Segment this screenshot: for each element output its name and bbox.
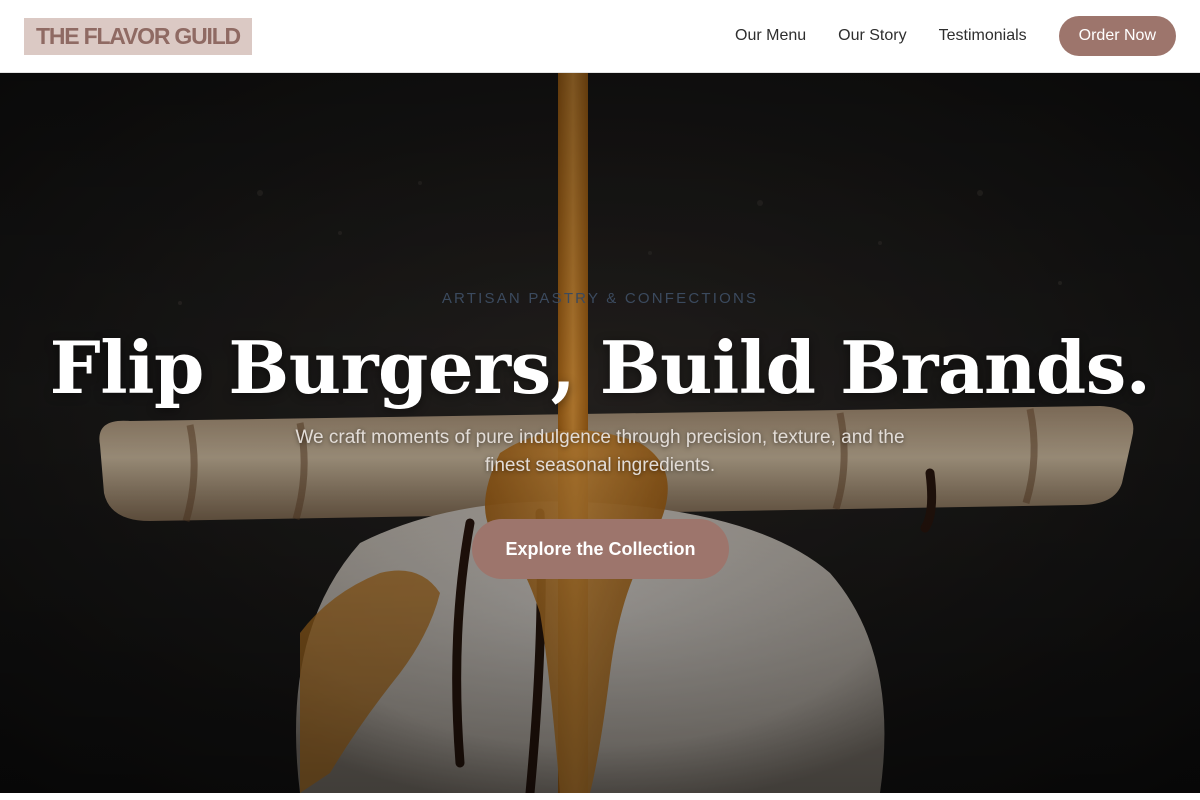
nav-link-testimonials[interactable]: Testimonials	[939, 27, 1027, 45]
site-header: THE FLAVOR GUILD Our Menu Our Story Test…	[0, 0, 1200, 73]
page-bottom-strip	[0, 793, 1200, 800]
hero-content: ARTISAN PASTRY & CONFECTIONS Flip Burger…	[0, 73, 1200, 793]
main-nav: Our Menu Our Story Testimonials Order No…	[735, 16, 1176, 56]
explore-collection-button[interactable]: Explore the Collection	[472, 519, 729, 579]
hero-section: ARTISAN PASTRY & CONFECTIONS Flip Burger…	[0, 73, 1200, 793]
nav-link-our-menu[interactable]: Our Menu	[735, 27, 806, 45]
hero-subtitle: We craft moments of pure indulgence thro…	[295, 427, 905, 476]
hero-headline: Flip Burgers, Build Brands.	[49, 325, 1151, 410]
hero-eyebrow: ARTISAN PASTRY & CONFECTIONS	[441, 290, 759, 307]
order-now-button[interactable]: Order Now	[1058, 16, 1176, 56]
nav-link-our-story[interactable]: Our Story	[838, 27, 906, 45]
brand-logo[interactable]: THE FLAVOR GUILD	[24, 17, 252, 55]
